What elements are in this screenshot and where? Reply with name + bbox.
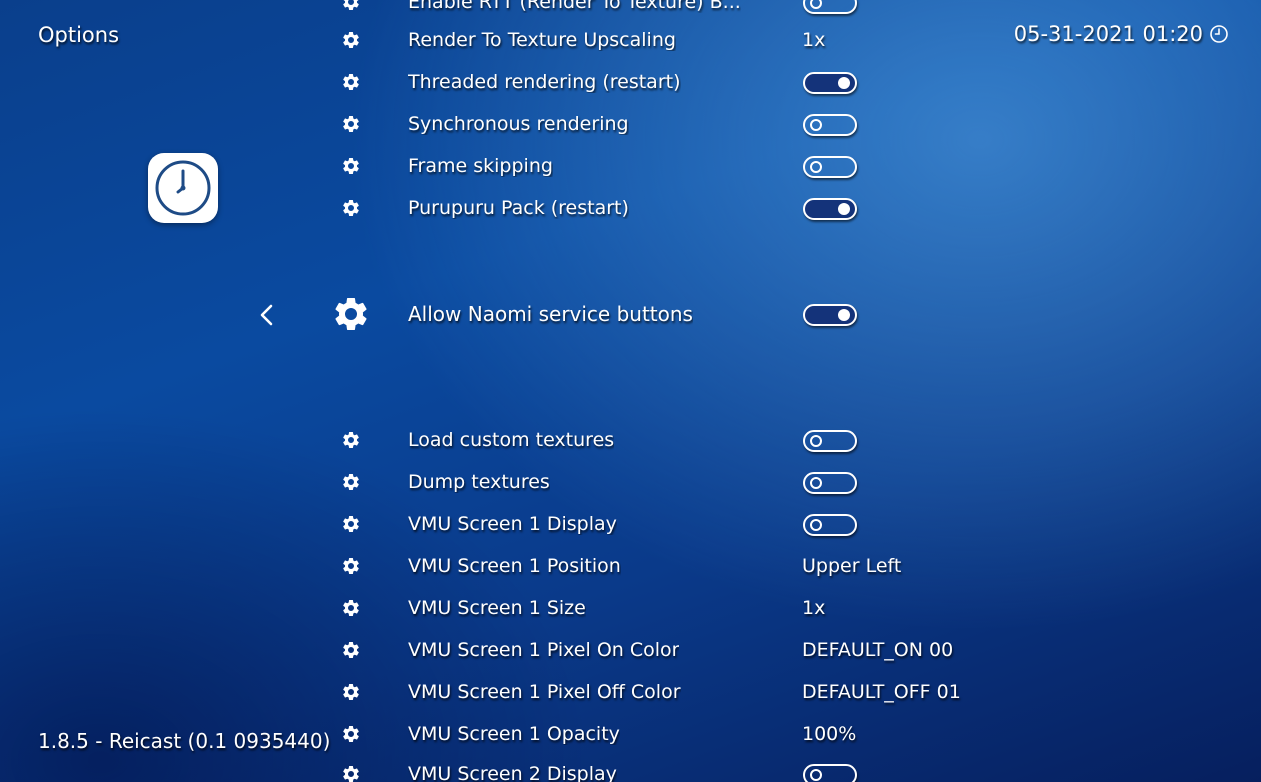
gear-icon: [330, 764, 372, 782]
setting-row[interactable]: VMU Screen 2 Display: [330, 757, 890, 782]
setting-toggle[interactable]: [803, 472, 857, 494]
setting-label: VMU Screen 1 Size: [408, 597, 586, 619]
setting-row[interactable]: Frame skipping: [330, 149, 890, 183]
setting-row[interactable]: VMU Screen 1 Pixel On Color DEFAULT_ON 00: [330, 633, 953, 667]
setting-row[interactable]: VMU Screen 1 Opacity 100%: [330, 717, 890, 751]
toggle-knob: [810, 519, 822, 531]
setting-row[interactable]: Allow Naomi service buttons: [330, 297, 890, 331]
settings-list: Enable RTT (Render To Texture) B... Rende…: [0, 0, 1261, 782]
setting-label: Enable RTT (Render To Texture) B...: [408, 0, 741, 13]
version-label: 1.8.5 - Reicast (0.1 0935440): [38, 729, 331, 753]
setting-row[interactable]: VMU Screen 1 Pixel Off Color DEFAULT_OFF …: [330, 675, 961, 709]
gear-icon: [330, 30, 372, 50]
gear-icon: [330, 472, 372, 492]
setting-label: Frame skipping: [408, 155, 553, 177]
setting-value[interactable]: 1x: [802, 29, 825, 51]
toggle-knob: [810, 769, 822, 781]
setting-toggle[interactable]: [803, 430, 857, 452]
setting-row[interactable]: Render To Texture Upscaling 1x: [330, 23, 890, 57]
gear-icon: [330, 198, 372, 218]
setting-label: Purupuru Pack (restart): [408, 197, 629, 219]
setting-row[interactable]: Load custom textures: [330, 423, 890, 457]
setting-row[interactable]: VMU Screen 1 Display: [330, 507, 890, 541]
setting-label: Render To Texture Upscaling: [408, 29, 676, 51]
setting-toggle[interactable]: [803, 156, 857, 178]
gear-icon: [330, 114, 372, 134]
setting-row[interactable]: Dump textures: [330, 465, 890, 499]
setting-label: Allow Naomi service buttons: [408, 302, 693, 326]
gear-icon: [330, 724, 372, 744]
gear-icon: [330, 514, 372, 534]
toggle-knob: [838, 309, 850, 321]
setting-label: VMU Screen 1 Position: [408, 555, 621, 577]
toggle-knob: [810, 0, 822, 9]
setting-value[interactable]: DEFAULT_OFF 01: [802, 681, 961, 703]
setting-label: Synchronous rendering: [408, 113, 629, 135]
setting-value[interactable]: 100%: [802, 723, 856, 745]
gear-icon: [330, 556, 372, 576]
gear-icon: [330, 0, 372, 12]
setting-row[interactable]: Enable RTT (Render To Texture) B...: [330, 0, 890, 19]
gear-icon: [330, 294, 372, 334]
setting-label: VMU Screen 1 Pixel On Color: [408, 639, 680, 661]
toggle-knob: [810, 161, 822, 173]
setting-label: VMU Screen 1 Pixel Off Color: [408, 681, 681, 703]
setting-row[interactable]: Threaded rendering (restart): [330, 65, 890, 99]
toggle-knob: [810, 119, 822, 131]
setting-row[interactable]: VMU Screen 1 Position Upper Left: [330, 549, 901, 583]
setting-value[interactable]: DEFAULT_ON 00: [802, 639, 953, 661]
setting-toggle[interactable]: [803, 114, 857, 136]
setting-toggle[interactable]: [803, 514, 857, 536]
gear-icon: [330, 72, 372, 92]
toggle-knob: [838, 203, 850, 215]
setting-toggle[interactable]: [803, 764, 857, 782]
gear-icon: [330, 682, 372, 702]
setting-label: Dump textures: [408, 471, 550, 493]
setting-toggle[interactable]: [803, 304, 857, 326]
gear-icon: [330, 598, 372, 618]
setting-row[interactable]: VMU Screen 1 Size 1x: [330, 591, 890, 625]
setting-row[interactable]: Purupuru Pack (restart): [330, 191, 890, 225]
setting-label: VMU Screen 1 Display: [408, 513, 617, 535]
setting-toggle[interactable]: [803, 72, 857, 94]
gear-icon: [330, 430, 372, 450]
setting-label: Threaded rendering (restart): [408, 71, 681, 93]
setting-toggle[interactable]: [803, 198, 857, 220]
setting-value[interactable]: 1x: [802, 597, 825, 619]
setting-label: VMU Screen 2 Display: [408, 763, 617, 782]
toggle-knob: [810, 435, 822, 447]
setting-row[interactable]: Synchronous rendering: [330, 107, 890, 141]
setting-value[interactable]: Upper Left: [802, 555, 901, 577]
setting-toggle[interactable]: [803, 0, 857, 14]
gear-icon: [330, 640, 372, 660]
toggle-knob: [838, 77, 850, 89]
gear-icon: [330, 156, 372, 176]
setting-label: VMU Screen 1 Opacity: [408, 723, 620, 745]
toggle-knob: [810, 477, 822, 489]
setting-label: Load custom textures: [408, 429, 615, 451]
